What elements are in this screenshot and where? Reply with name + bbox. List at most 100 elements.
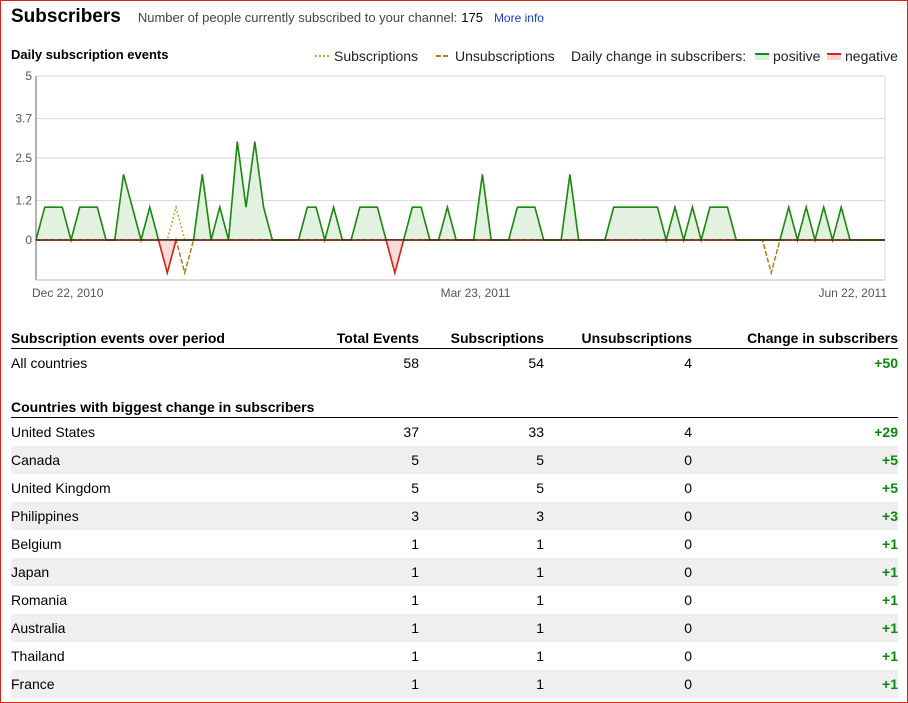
table-row: Japan 1 1 0 +1 <box>11 558 898 586</box>
subscriber-count: 175 <box>461 10 483 25</box>
subscriptions-swatch-icon <box>315 55 329 57</box>
country-subscriptions: 1 <box>536 592 544 608</box>
country-subscriptions: 1 <box>536 620 544 636</box>
country-name: Canada <box>11 452 61 468</box>
chart-title: Daily subscription events <box>11 47 169 62</box>
country-name: Philippines <box>11 508 79 524</box>
y-tick-label: 1.2 <box>15 194 32 208</box>
country-change: +1 <box>882 648 898 664</box>
summary-header-row: Subscription events over period Total Ev… <box>11 328 898 349</box>
y-tick-label: 0 <box>25 233 32 247</box>
legend-negative-label: negative <box>845 48 898 64</box>
country-change: +1 <box>882 620 898 636</box>
legend-subscriptions: Subscriptions <box>314 48 418 64</box>
country-unsubscriptions: 0 <box>684 536 692 552</box>
country-unsubscriptions: 4 <box>684 424 692 440</box>
country-subscriptions: 1 <box>536 536 544 552</box>
country-name: Japan <box>11 564 50 580</box>
country-name: Romania <box>11 592 68 608</box>
legend-unsubscriptions-label: Unsubscriptions <box>455 48 555 64</box>
country-unsubscriptions: 0 <box>684 564 692 580</box>
country-unsubscriptions: 0 <box>684 480 692 496</box>
country-subscriptions: 1 <box>536 564 544 580</box>
more-info-link[interactable]: More info <box>494 11 544 25</box>
legend-positive: positive <box>755 48 820 64</box>
legend-daily-change: Daily change in subscribers: <box>571 48 746 64</box>
col-header-period: Subscription events over period <box>11 330 225 346</box>
country-total: 1 <box>411 564 419 580</box>
country-subscriptions: 1 <box>536 676 544 692</box>
legend-unsubscriptions: Unsubscriptions <box>435 48 555 64</box>
unsubscriptions-swatch-icon <box>436 55 450 57</box>
country-change: +1 <box>882 536 898 552</box>
country-name: Belgium <box>11 536 62 552</box>
header: Subscribers Number of people currently s… <box>11 6 544 32</box>
table-row: All countries 58 54 4 +50 <box>11 349 898 377</box>
country-unsubscriptions: 0 <box>684 508 692 524</box>
legend-subscriptions-label: Subscriptions <box>334 48 419 64</box>
country-name: France <box>11 676 55 692</box>
positive-area <box>36 141 885 240</box>
country-total: 1 <box>411 620 419 636</box>
country-total: 5 <box>411 480 419 496</box>
y-tick-label: 5 <box>25 69 32 83</box>
country-total: 1 <box>411 648 419 664</box>
country-subscriptions: 1 <box>536 648 544 664</box>
country-change: +29 <box>874 424 898 440</box>
y-tick-label: 2.5 <box>15 151 32 165</box>
country-change: +1 <box>882 564 898 580</box>
table-row: Thailand 1 1 0 +1 <box>11 642 898 670</box>
table-row: France 1 1 0 +1 <box>11 670 898 698</box>
row-change: +50 <box>874 355 898 371</box>
page-title: Subscribers <box>11 6 121 27</box>
legend-negative: negative <box>827 48 898 64</box>
country-name: Thailand <box>11 648 65 664</box>
negative-area <box>158 240 177 273</box>
country-change: +1 <box>882 676 898 692</box>
country-name: Australia <box>11 620 66 636</box>
country-total: 1 <box>411 592 419 608</box>
country-unsubscriptions: 0 <box>684 648 692 664</box>
countries-section-title: Countries with biggest change in subscri… <box>11 397 898 418</box>
subscriber-count-label: Number of people currently subscribed to… <box>137 10 458 25</box>
table-row: United States 37 33 4 +29 <box>11 418 898 446</box>
country-subscriptions: 5 <box>536 480 544 496</box>
row-subscriptions: 54 <box>528 355 544 371</box>
col-header-total: Total Events <box>336 330 419 346</box>
row-unsubscriptions: 4 <box>684 355 692 371</box>
table-row: Belgium 1 1 0 +1 <box>11 530 898 558</box>
country-name: United Kingdom <box>11 480 111 496</box>
x-tick-label: Dec 22, 2010 <box>32 286 104 300</box>
country-total: 1 <box>411 536 419 552</box>
subscriptions-line <box>35 141 885 243</box>
country-unsubscriptions: 0 <box>684 592 692 608</box>
country-rows: United States 37 33 4 +29 Canada 5 5 0 +5 United K… <box>11 418 898 698</box>
x-tick-label: Mar 23, 2011 <box>441 286 511 300</box>
col-header-change: Change in subscribers <box>747 330 898 346</box>
country-unsubscriptions: 0 <box>684 620 692 636</box>
x-tick-label: Jun 22, 2011 <box>818 286 887 300</box>
row-total: 58 <box>403 355 419 371</box>
negative-swatch-icon <box>827 53 841 60</box>
country-change: +5 <box>882 480 898 496</box>
table-row: Australia 1 1 0 +1 <box>11 614 898 642</box>
country-name: United States <box>11 424 96 440</box>
country-change: +5 <box>882 452 898 468</box>
subscription-events-chart: 5 3.7 2.5 1.2 0 Dec 22, 2010 Mar 23, 2011 Jun 2… <box>15 69 887 300</box>
row-label: All countries <box>11 355 88 371</box>
legend-daily-change-label: Daily change in subscribers: <box>571 48 747 64</box>
country-unsubscriptions: 0 <box>684 452 692 468</box>
countries-title: Countries with biggest change in subscri… <box>11 399 315 415</box>
country-change: +3 <box>882 508 898 524</box>
legend-positive-label: positive <box>773 48 821 64</box>
country-total: 37 <box>403 424 419 440</box>
negative-area <box>386 240 404 273</box>
country-total: 5 <box>411 452 419 468</box>
y-tick-label: 3.7 <box>15 112 32 126</box>
country-unsubscriptions: 0 <box>684 676 692 692</box>
summary-table: Subscription events over period Total Ev… <box>11 328 898 377</box>
table-row: United Kingdom 5 5 0 +5 <box>11 474 898 502</box>
country-subscriptions: 33 <box>528 424 544 440</box>
table-row: Canada 5 5 0 +5 <box>11 446 898 474</box>
country-subscriptions: 3 <box>536 508 544 524</box>
